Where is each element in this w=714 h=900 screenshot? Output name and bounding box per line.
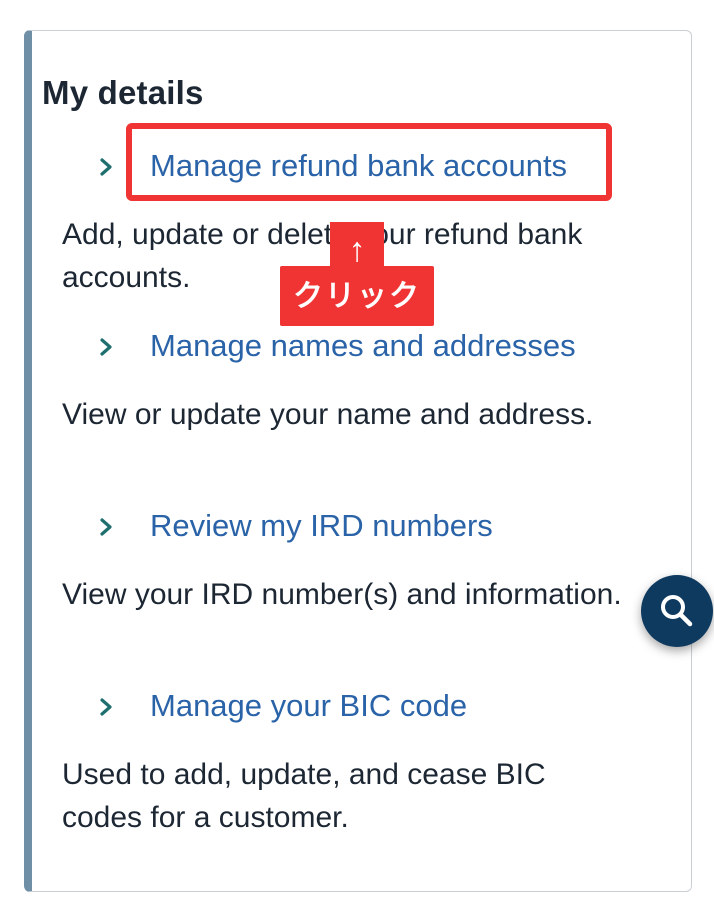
review-ird-numbers-link[interactable]: Review my IRD numbers xyxy=(150,510,493,541)
bic-code-description: Used to add, update, and cease BIC codes… xyxy=(62,758,546,834)
chevron-right-icon xyxy=(100,518,112,536)
click-callout-label: クリック xyxy=(280,266,434,326)
ird-numbers-description: View your IRD number(s) and information. xyxy=(62,578,622,611)
manage-bic-code-link[interactable]: Manage your BIC code xyxy=(150,690,467,721)
chevron-right-icon xyxy=(100,698,112,716)
search-icon xyxy=(661,595,693,627)
section-title: My details xyxy=(42,74,204,111)
manage-names-and-addresses-link[interactable]: Manage names and addresses xyxy=(150,330,576,361)
page: My details Manage refund bank accounts A… xyxy=(0,0,714,900)
chevron-right-icon xyxy=(100,158,112,176)
manage-refund-bank-accounts-link[interactable]: Manage refund bank accounts xyxy=(150,150,567,181)
search-button[interactable] xyxy=(641,575,713,647)
names-and-addresses-description: View or update your name and address. xyxy=(62,398,594,431)
chevron-right-icon xyxy=(100,338,112,356)
